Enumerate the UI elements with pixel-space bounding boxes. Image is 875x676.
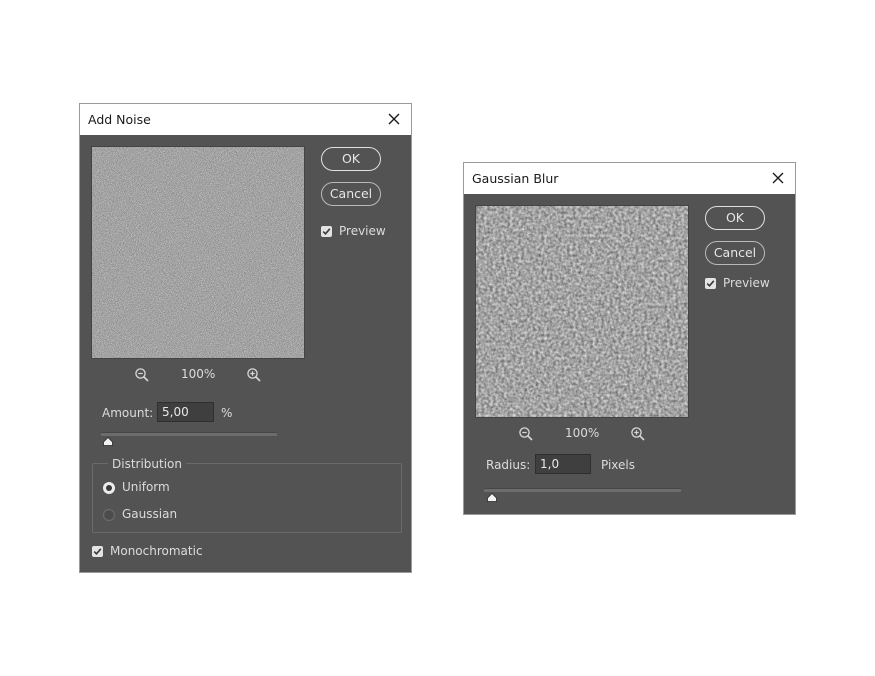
cancel-button[interactable]: Cancel	[321, 182, 381, 206]
monochromatic-label: Monochromatic	[110, 544, 203, 558]
title-bar[interactable]: Gaussian Blur	[464, 163, 795, 194]
checkbox-check-icon	[706, 280, 715, 287]
ok-button[interactable]: OK	[705, 206, 765, 230]
amount-unit: %	[221, 406, 233, 420]
preview-label: Preview	[723, 276, 770, 290]
cancel-button[interactable]: Cancel	[705, 241, 765, 265]
preview-image[interactable]	[475, 205, 689, 418]
preview-checkbox[interactable]	[321, 226, 332, 237]
preview-image[interactable]	[91, 146, 305, 359]
distribution-group	[92, 463, 402, 533]
monochromatic-checkbox[interactable]	[92, 546, 103, 557]
gaussian-radio[interactable]	[103, 509, 115, 521]
close-icon[interactable]	[386, 111, 402, 127]
amount-label: Amount:	[102, 406, 154, 420]
zoom-level: 100%	[181, 367, 216, 381]
checkbox-check-icon	[322, 228, 331, 235]
preview-label: Preview	[339, 224, 386, 238]
distribution-legend: Distribution	[108, 457, 187, 471]
close-icon[interactable]	[770, 170, 786, 186]
title-bar[interactable]: Add Noise	[80, 104, 411, 135]
dialog-title: Gaussian Blur	[472, 171, 559, 186]
dialog-title: Add Noise	[88, 112, 151, 127]
zoom-in-icon[interactable]	[246, 367, 262, 383]
amount-input[interactable]: 5,00	[157, 402, 214, 422]
zoom-level: 100%	[565, 426, 600, 440]
radius-input[interactable]: 1,0	[535, 454, 591, 474]
radius-unit: Pixels	[601, 458, 636, 472]
zoom-out-icon[interactable]	[518, 426, 534, 442]
zoom-out-icon[interactable]	[134, 367, 150, 383]
radius-slider-track[interactable]	[484, 488, 681, 492]
ok-button[interactable]: OK	[321, 147, 381, 171]
gaussian-blur-dialog: Gaussian Blur OK Cancel Preview 100% Rad…	[463, 162, 796, 515]
preview-checkbox[interactable]	[705, 278, 716, 289]
uniform-radio[interactable]	[103, 482, 115, 494]
radius-label: Radius:	[486, 458, 531, 472]
gaussian-label: Gaussian	[122, 507, 178, 521]
checkbox-check-icon	[93, 548, 102, 555]
zoom-in-icon[interactable]	[630, 426, 646, 442]
uniform-label: Uniform	[122, 480, 170, 494]
radius-slider-thumb-icon[interactable]	[487, 493, 497, 502]
amount-slider-thumb-icon[interactable]	[103, 437, 113, 446]
add-noise-dialog: Add Noise OK Cancel Preview 100% Amount:…	[79, 103, 412, 573]
amount-slider-track[interactable]	[101, 432, 277, 436]
